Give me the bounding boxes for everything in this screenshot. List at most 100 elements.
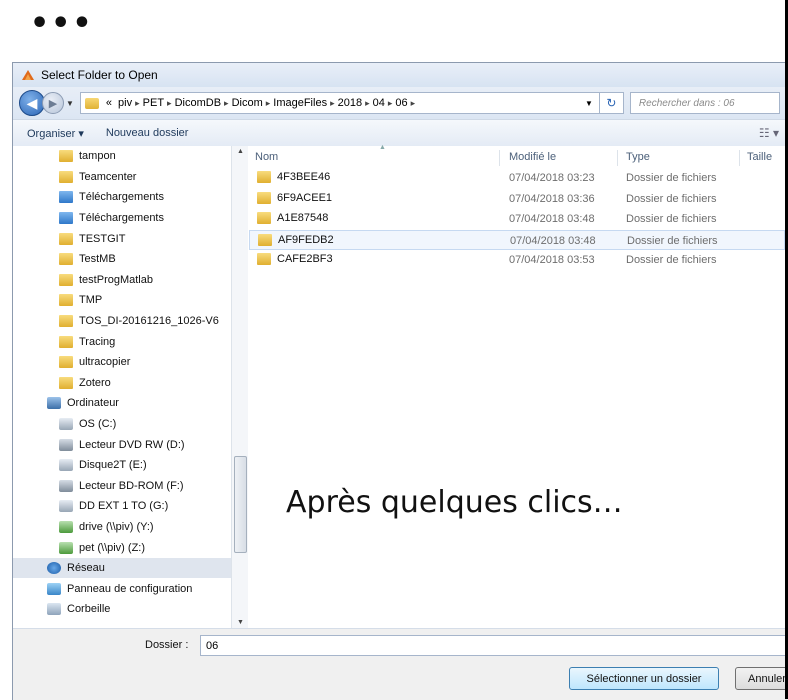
select-folder-button[interactable]: Sélectionner un dossier (569, 667, 719, 690)
folder-input[interactable]: 06 (200, 635, 788, 656)
file-name: A1E87548 (277, 212, 329, 225)
nav-item[interactable]: Ordinateur (13, 393, 231, 414)
folder-icon (257, 253, 271, 266)
nav-item[interactable]: Tracing (13, 331, 231, 352)
nav-item[interactable]: Lecteur BD-ROM (F:) (13, 476, 231, 497)
breadcrumb-separator-icon[interactable]: ▸ (411, 98, 416, 109)
nav-item[interactable]: Zotero (13, 373, 231, 394)
file-date: 07/04/2018 03:48 (510, 234, 596, 247)
breadcrumb-item[interactable]: ImageFiles (273, 97, 327, 109)
nav-item[interactable]: Téléchargements (13, 208, 231, 229)
breadcrumb-item[interactable]: 04 (373, 97, 385, 109)
breadcrumb-item[interactable]: « (106, 97, 112, 109)
file-list: ▲ Nom Modifié le Type Taille 4F3BEE46 07/… (249, 144, 788, 628)
nav-item-label: Téléchargements (79, 212, 164, 225)
nav-item[interactable]: TMP (13, 290, 231, 311)
breadcrumb-item[interactable]: 06 (395, 97, 407, 109)
breadcrumb-separator-icon[interactable]: ▸ (365, 98, 370, 109)
column-separator[interactable] (617, 150, 618, 166)
file-name-cell: CAFE2BF3 (257, 253, 333, 266)
history-dropdown-icon[interactable]: ▼ (66, 99, 74, 108)
nav-item[interactable]: TESTGIT (13, 228, 231, 249)
nav-item[interactable]: TestMB (13, 249, 231, 270)
nav-item-label: Tracing (79, 335, 116, 348)
drive-icon (59, 418, 73, 431)
new-folder-button[interactable]: Nouveau dossier (106, 127, 189, 139)
file-name: AF9FEDB2 (278, 233, 334, 246)
organize-menu[interactable]: Organiser ▾ (27, 127, 84, 140)
nav-item-label: Téléchargements (79, 191, 164, 204)
nav-item[interactable]: TOS_DI-20161216_1026-V6 (13, 311, 231, 332)
nav-item-label: drive (\\piv) (Y:) (79, 520, 154, 533)
column-date[interactable]: Modifié le (509, 151, 556, 163)
breadcrumb-separator-icon[interactable]: ▸ (266, 98, 271, 109)
file-row[interactable]: CAFE2BF3 07/04/2018 03:53 Dossier de fichi… (249, 250, 788, 271)
nav-item[interactable]: ultracopier (13, 352, 231, 373)
file-row[interactable]: AF9FEDB2 07/04/2018 03:48 Dossier de fichi… (249, 229, 785, 251)
file-name: CAFE2BF3 (277, 253, 333, 266)
nav-item[interactable]: tampon (13, 146, 231, 167)
column-name[interactable]: Nom (255, 151, 278, 163)
breadcrumb-separator-icon[interactable]: ▸ (135, 98, 140, 109)
folder-icon (257, 212, 271, 225)
search-input[interactable]: Rechercher dans : 06 (629, 92, 780, 114)
column-separator[interactable] (739, 150, 740, 166)
scroll-thumb[interactable] (234, 456, 247, 553)
breadcrumb-item[interactable]: piv (118, 97, 132, 109)
column-type[interactable]: Type (626, 151, 650, 163)
folder-icon (59, 356, 73, 369)
nav-item[interactable]: Lecteur DVD RW (D:) (13, 434, 231, 455)
column-header: ▲ Nom Modifié le Type Taille (249, 144, 788, 168)
recycle-icon (47, 603, 61, 616)
file-date: 07/04/2018 03:53 (509, 254, 595, 267)
folder-icon (59, 315, 73, 328)
nav-item-label: Panneau de configuration (67, 582, 193, 595)
file-date: 07/04/2018 03:23 (509, 172, 595, 184)
breadcrumb-item[interactable]: PET (143, 97, 164, 109)
nav-item[interactable]: Teamcenter (13, 167, 231, 188)
nav-item[interactable]: pet (\\piv) (Z:) (13, 537, 231, 558)
address-bar[interactable]: «piv ▸ PET ▸ DicomDB ▸ Dicom ▸ ImageFiles ▸ 2018 ▸ 0… (79, 92, 600, 114)
nav-item[interactable]: DD EXT 1 TO (G:) (13, 496, 231, 517)
file-date: 07/04/2018 03:48 (509, 213, 595, 226)
nav-item-label: Zotero (79, 376, 111, 389)
navigation-scrollbar[interactable]: ▲ ▼ (231, 146, 248, 628)
file-row[interactable]: 4F3BEE46 07/04/2018 03:23 Dossier de fichi… (249, 168, 788, 189)
nav-item[interactable]: Corbeille (13, 599, 231, 620)
breadcrumb-separator-icon[interactable]: ▸ (330, 98, 335, 109)
nav-item[interactable]: Réseau (13, 557, 231, 579)
cancel-button[interactable]: Annuler (735, 667, 788, 690)
nav-item[interactable]: Disque2T (E:) (13, 455, 231, 476)
breadcrumb-item[interactable]: 2018 (338, 97, 362, 109)
breadcrumb-separator-icon[interactable]: ▸ (388, 98, 393, 109)
select-folder-dialog: Select Folder to Open ◀ ▶ ▼ «piv ▸ PET ▸ Dic… (12, 62, 788, 700)
nav-item-label: TMP (79, 294, 103, 307)
address-dropdown-icon[interactable]: ▼ (585, 99, 593, 108)
address-row: ◀ ▶ ▼ «piv ▸ PET ▸ DicomDB ▸ Dicom ▸ ImageFiles ▸… (13, 87, 788, 119)
nav-item-label: Réseau (67, 562, 105, 575)
nav-item[interactable]: OS (C:) (13, 414, 231, 435)
nav-item[interactable]: Panneau de configuration (13, 578, 231, 599)
nav-item-label: Corbeille (67, 603, 111, 616)
view-options-icon[interactable]: ☷ ▾ (759, 126, 779, 140)
breadcrumb-item[interactable]: DicomDB (175, 97, 221, 109)
nav-item[interactable]: testProgMatlab (13, 270, 231, 291)
column-size[interactable]: Taille (747, 151, 772, 163)
breadcrumb-separator-icon[interactable]: ▸ (167, 98, 172, 109)
breadcrumb-separator-icon[interactable]: ▸ (224, 98, 229, 109)
column-separator[interactable] (499, 150, 500, 166)
breadcrumb-item[interactable]: Dicom (232, 97, 263, 109)
forward-button[interactable]: ▶ (42, 92, 64, 114)
command-bar: Organiser ▾ Nouveau dossier ☷ ▾ (13, 119, 788, 147)
dialog-title: Select Folder to Open (41, 68, 158, 82)
file-type: Dossier de fichiers (626, 254, 717, 267)
file-row[interactable]: A1E87548 07/04/2018 03:48 Dossier de fichi… (249, 209, 788, 230)
scroll-down-icon[interactable]: ▼ (237, 619, 244, 626)
matlab-icon (22, 70, 34, 80)
scroll-up-icon[interactable]: ▲ (237, 148, 244, 155)
dlfolder-icon (59, 191, 73, 204)
nav-item[interactable]: Téléchargements (13, 187, 231, 208)
file-row[interactable]: 6F9ACEE1 07/04/2018 03:36 Dossier de fichi… (249, 189, 788, 210)
nav-item[interactable]: drive (\\piv) (Y:) (13, 517, 231, 538)
refresh-icon[interactable]: ↻ (599, 92, 624, 114)
